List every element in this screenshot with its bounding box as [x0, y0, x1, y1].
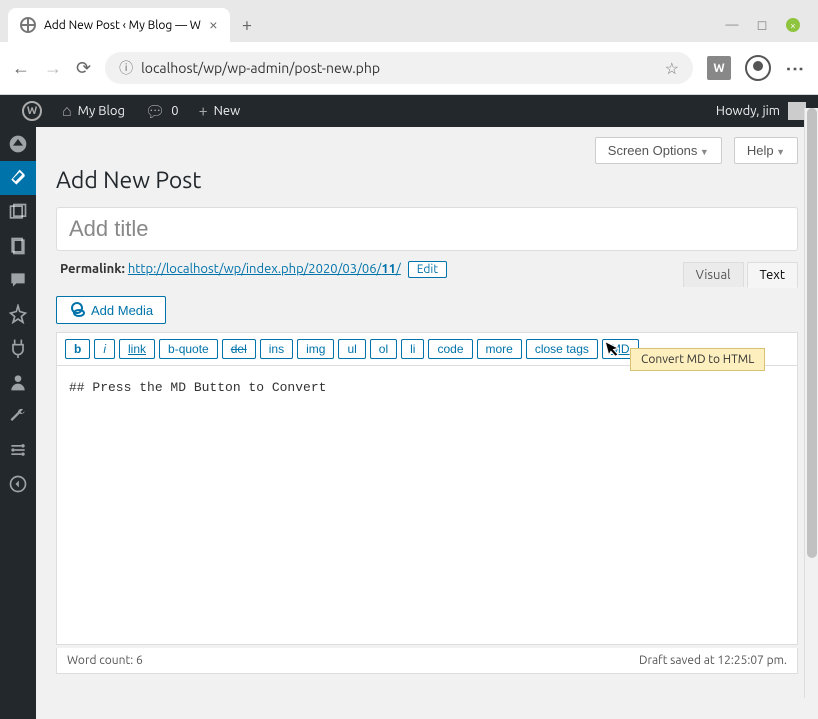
post-title-input[interactable] [56, 207, 798, 251]
profile-icon[interactable] [745, 55, 771, 81]
comments-link[interactable]: 💬︎ 0 [135, 102, 189, 121]
qt-ins[interactable]: ins [260, 339, 293, 359]
sidebar-collapse[interactable] [0, 467, 36, 501]
word-count: Word count: 6 [67, 654, 143, 667]
wp-body: Screen Options Help Add New Post Permali… [0, 127, 818, 719]
new-label: New [214, 104, 241, 118]
new-content[interactable]: + New [189, 102, 251, 120]
permalink-url[interactable]: http://localhost/wp/index.php/2020/03/06… [128, 262, 401, 276]
sidebar-item-dashboard[interactable] [0, 127, 36, 161]
permalink-label: Permalink: [60, 262, 125, 276]
sidebar-item-media[interactable] [0, 195, 36, 229]
add-media-label: Add Media [91, 303, 153, 318]
sidebar-item-comments[interactable] [0, 263, 36, 297]
qt-bold[interactable]: b [65, 339, 90, 359]
url-field[interactable]: ⓘ localhost/wp/wp-admin/post-new.php ☆ [105, 52, 693, 84]
url-text: localhost/wp/wp-admin/post-new.php [141, 60, 380, 76]
admin-sidebar [0, 127, 36, 719]
add-media-button[interactable]: Add Media [56, 296, 166, 324]
tab-title: Add New Post ‹ My Blog — W [44, 19, 201, 32]
media-icon [69, 302, 85, 318]
qt-del[interactable]: del [222, 339, 256, 359]
maximize-icon[interactable]: ◻ [756, 19, 768, 31]
sidebar-item-settings[interactable] [0, 433, 36, 467]
back-button[interactable]: ← [12, 58, 30, 79]
globe-icon [20, 17, 36, 33]
page-title: Add New Post [56, 168, 798, 193]
browser-tab[interactable]: Add New Post ‹ My Blog — W × [8, 8, 230, 42]
editor-status-bar: Word count: 6 Draft saved at 12:25:07 pm… [56, 648, 798, 674]
qt-link[interactable]: link [119, 339, 155, 359]
sidebar-item-posts[interactable] [0, 161, 36, 195]
edit-permalink-button[interactable]: Edit [408, 261, 447, 278]
admin-bar: W ⌂ My Blog 💬︎ 0 + New Howdy, jim [0, 95, 818, 127]
reload-button[interactable]: ⟳ [76, 58, 91, 79]
comment-count: 0 [171, 104, 178, 118]
url-bar: ← → ⟳ ⓘ localhost/wp/wp-admin/post-new.p… [0, 42, 818, 94]
qt-ol[interactable]: ol [370, 339, 397, 359]
tab-bar: Add New Post ‹ My Blog — W × + — ◻ × [0, 0, 818, 42]
forward-button[interactable]: → [44, 58, 62, 79]
content-area: Screen Options Help Add New Post Permali… [36, 127, 818, 719]
qt-li[interactable]: li [401, 339, 424, 359]
qt-more[interactable]: more [477, 339, 522, 359]
qt-code[interactable]: code [428, 339, 472, 359]
scrollbar[interactable] [804, 108, 818, 698]
browser-chrome: Add New Post ‹ My Blog — W × + — ◻ × ← →… [0, 0, 818, 95]
qt-close-tags[interactable]: close tags [526, 339, 598, 359]
sidebar-item-tools[interactable] [0, 399, 36, 433]
sidebar-item-appearance[interactable] [0, 297, 36, 331]
sidebar-item-users[interactable] [0, 365, 36, 399]
help-button[interactable]: Help [734, 137, 798, 164]
tab-text[interactable]: Text [747, 262, 798, 288]
plus-icon: + [199, 102, 208, 120]
comment-icon: 💬︎ [145, 102, 165, 121]
draft-saved: Draft saved at 12:25:07 pm. [639, 654, 787, 667]
tab-visual[interactable]: Visual [683, 262, 744, 287]
bookmark-icon[interactable]: ☆ [665, 59, 679, 78]
content-editor[interactable] [56, 365, 798, 645]
qt-img[interactable]: img [297, 339, 334, 359]
window-controls: — ◻ × [726, 18, 810, 32]
site-name[interactable]: ⌂ My Blog [52, 102, 135, 121]
screen-options-button[interactable]: Screen Options [595, 137, 722, 164]
site-name-label: My Blog [78, 104, 125, 118]
greeting[interactable]: Howdy, jim [716, 104, 780, 118]
qt-blockquote[interactable]: b-quote [159, 339, 218, 359]
close-window-icon[interactable]: × [786, 18, 800, 32]
sidebar-item-plugins[interactable] [0, 331, 36, 365]
wp-logo[interactable]: W [12, 101, 52, 121]
qt-ul[interactable]: ul [338, 339, 365, 359]
tooltip: Convert MD to HTML [630, 348, 765, 371]
browser-menu-icon[interactable]: ⋮ [785, 60, 806, 77]
home-icon: ⌂ [62, 102, 72, 121]
minimize-icon[interactable]: — [726, 19, 738, 31]
new-tab-button[interactable]: + [234, 11, 260, 39]
extension-icon[interactable]: W [707, 56, 731, 80]
sidebar-item-pages[interactable] [0, 229, 36, 263]
close-icon[interactable]: × [209, 16, 218, 34]
qt-italic[interactable]: i [94, 339, 115, 359]
info-icon[interactable]: ⓘ [119, 58, 133, 78]
